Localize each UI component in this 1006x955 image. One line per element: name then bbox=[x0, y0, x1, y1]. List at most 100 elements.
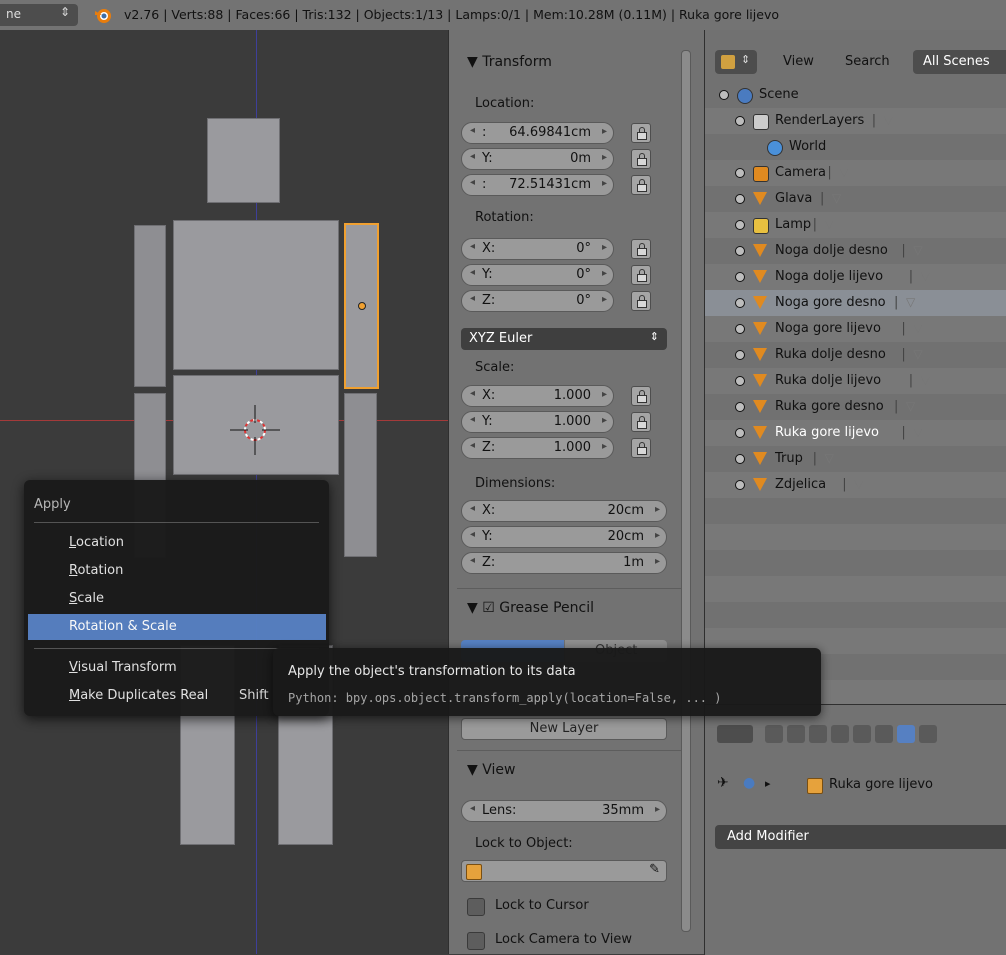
dimensions-y-field[interactable]: ◂ Y: 20cm ▸ bbox=[461, 526, 667, 548]
expand-toggle-icon[interactable] bbox=[735, 194, 745, 204]
object-data-icon[interactable]: ▽ bbox=[884, 113, 893, 127]
outliner-row[interactable]: Zdjelica | ▽ bbox=[705, 472, 1006, 498]
outliner-row[interactable]: Ruka dolje desno | ▽ bbox=[705, 342, 1006, 368]
mesh-object-icon[interactable] bbox=[753, 374, 767, 388]
outliner-search-menu[interactable]: Search bbox=[845, 54, 890, 69]
lock-icon[interactable] bbox=[631, 123, 651, 143]
mesh-object-icon[interactable] bbox=[753, 296, 767, 310]
expand-toggle-icon[interactable] bbox=[735, 454, 745, 464]
editor-type-button[interactable]: ⇕ bbox=[715, 50, 757, 74]
outliner-row[interactable]: Glava | ▽ bbox=[705, 186, 1006, 212]
expand-toggle-icon[interactable] bbox=[735, 116, 745, 126]
mesh-object-icon[interactable] bbox=[753, 478, 767, 492]
outliner-row[interactable]: Noga dolje lijevo | ▽ bbox=[705, 264, 1006, 290]
mesh-object-icon[interactable] bbox=[753, 192, 767, 206]
render-tab-icon[interactable] bbox=[765, 725, 783, 743]
outliner-row[interactable]: Trup | ▽ bbox=[705, 446, 1006, 472]
panel-scrollbar[interactable] bbox=[681, 50, 691, 932]
rotation-y-field[interactable]: ◂ Y: 0° ▸ bbox=[461, 264, 614, 286]
camera-icon[interactable] bbox=[753, 166, 769, 182]
lock-icon[interactable] bbox=[631, 291, 651, 311]
mesh-data-icon[interactable]: ▽ bbox=[913, 347, 922, 361]
location-z-field[interactable]: ◂: 72.51431cm ▸ bbox=[461, 174, 614, 196]
data-tab-icon[interactable] bbox=[919, 725, 937, 743]
lock-camera-to-view-checkbox[interactable] bbox=[467, 932, 485, 950]
outliner-row[interactable]: Noga gore desno | ▽ bbox=[705, 290, 1006, 316]
outliner-row[interactable]: RenderLayers | ▽ bbox=[705, 108, 1006, 134]
expand-toggle-icon[interactable] bbox=[735, 428, 745, 438]
location-y-field[interactable]: ◂ Y: 0m ▸ bbox=[461, 148, 614, 170]
collapse-triangle-icon[interactable]: ▼ bbox=[467, 54, 482, 70]
lock-icon[interactable] bbox=[631, 438, 651, 458]
mesh-object-icon[interactable] bbox=[753, 400, 767, 414]
outliner-row[interactable]: Lamp | ▽ bbox=[705, 212, 1006, 238]
checkbox-checked-icon[interactable]: ☑ bbox=[482, 600, 499, 616]
mesh-data-icon[interactable]: ▽ bbox=[825, 451, 834, 465]
lamp-icon[interactable] bbox=[753, 218, 769, 234]
add-modifier-dropdown[interactable]: Add Modifier bbox=[715, 825, 1006, 849]
lock-icon[interactable] bbox=[631, 412, 651, 432]
3d-cursor-icon[interactable] bbox=[230, 405, 280, 455]
mesh-data-icon[interactable]: ▽ bbox=[906, 399, 915, 413]
editor-type-button[interactable] bbox=[717, 725, 753, 743]
scale-z-field[interactable]: ◂ Z: 1.000 ▸ bbox=[461, 437, 614, 459]
outliner-row[interactable]: Camera | ▽ bbox=[705, 160, 1006, 186]
expand-toggle-icon[interactable] bbox=[735, 298, 745, 308]
lock-icon[interactable] bbox=[631, 386, 651, 406]
rotation-mode-dropdown[interactable]: XYZ Euler ⇕ bbox=[461, 328, 667, 350]
expand-toggle-icon[interactable] bbox=[735, 220, 745, 230]
location-x-field[interactable]: ◂: 64.69841cm ▸ bbox=[461, 122, 614, 144]
renderlayers-icon[interactable] bbox=[753, 114, 769, 130]
expand-toggle-icon[interactable] bbox=[735, 350, 745, 360]
menu-item-scale[interactable]: Scale bbox=[24, 586, 329, 612]
collapse-triangle-icon[interactable]: ▼ bbox=[467, 762, 482, 778]
dimensions-x-field[interactable]: ◂ X: 20cm ▸ bbox=[461, 500, 667, 522]
mesh-data-icon[interactable]: ▽ bbox=[913, 321, 922, 335]
outliner-row[interactable]: Ruka dolje lijevo | ▽ bbox=[705, 368, 1006, 394]
pin-icon[interactable]: ✈ bbox=[717, 775, 729, 791]
lock-icon[interactable] bbox=[631, 265, 651, 285]
mesh-object-icon[interactable] bbox=[753, 322, 767, 336]
world-icon[interactable] bbox=[767, 140, 783, 156]
collapse-triangle-icon[interactable]: ▼ bbox=[467, 600, 482, 616]
expand-toggle-icon[interactable] bbox=[735, 246, 745, 256]
mesh-object-icon[interactable] bbox=[753, 452, 767, 466]
scene-tab-icon[interactable] bbox=[809, 725, 827, 743]
world-tab-icon[interactable] bbox=[831, 725, 849, 743]
expand-toggle-icon[interactable] bbox=[735, 402, 745, 412]
outliner-row[interactable]: World bbox=[705, 134, 1006, 160]
mesh-object-icon[interactable] bbox=[753, 270, 767, 284]
expand-toggle-icon[interactable] bbox=[735, 272, 745, 282]
mesh-object-icon[interactable] bbox=[753, 244, 767, 258]
menu-item-rotation[interactable]: Rotation bbox=[24, 558, 329, 584]
scene-selector[interactable]: ne ⇕ bbox=[0, 4, 78, 26]
lock-to-cursor-checkbox[interactable] bbox=[467, 898, 485, 916]
lock-icon[interactable] bbox=[631, 175, 651, 195]
outliner-row[interactable]: Noga dolje desno | ▽ bbox=[705, 238, 1006, 264]
menu-item-location[interactable]: Location bbox=[24, 530, 329, 556]
mesh-data-icon[interactable]: ▽ bbox=[913, 243, 922, 257]
expand-toggle-icon[interactable] bbox=[735, 480, 745, 490]
outliner-view-menu[interactable]: View bbox=[783, 54, 814, 69]
mesh-head[interactable] bbox=[207, 118, 280, 203]
new-layer-button[interactable]: New Layer bbox=[461, 718, 667, 740]
mesh-arm-lower-left[interactable] bbox=[344, 393, 377, 557]
mesh-data-icon[interactable]: ▽ bbox=[832, 191, 841, 205]
mesh-data-icon[interactable]: ▽ bbox=[921, 269, 930, 283]
mesh-torso[interactable] bbox=[173, 220, 339, 370]
modifiers-tab-icon[interactable] bbox=[897, 725, 915, 743]
mesh-arm-upper-right[interactable] bbox=[134, 225, 166, 387]
scene-icon[interactable] bbox=[737, 88, 753, 104]
scale-y-field[interactable]: ◂ Y: 1.000 ▸ bbox=[461, 411, 614, 433]
display-mode-dropdown[interactable]: All Scenes bbox=[913, 50, 1006, 74]
outliner-row[interactable]: Ruka gore desno | ▽ bbox=[705, 394, 1006, 420]
object-data-icon[interactable]: ▽ bbox=[825, 217, 834, 231]
mesh-data-icon[interactable]: ▽ bbox=[913, 425, 922, 439]
outliner-row[interactable]: Noga gore lijevo | ▽ bbox=[705, 316, 1006, 342]
dimensions-z-field[interactable]: ◂ Z: 1m ▸ bbox=[461, 552, 667, 574]
outliner-row[interactable]: Ruka gore lijevo | ▽ bbox=[705, 420, 1006, 446]
lock-icon[interactable] bbox=[631, 239, 651, 259]
rotation-z-field[interactable]: ◂ Z: 0° ▸ bbox=[461, 290, 614, 312]
render-layers-tab-icon[interactable] bbox=[787, 725, 805, 743]
mesh-object-icon[interactable] bbox=[753, 426, 767, 440]
